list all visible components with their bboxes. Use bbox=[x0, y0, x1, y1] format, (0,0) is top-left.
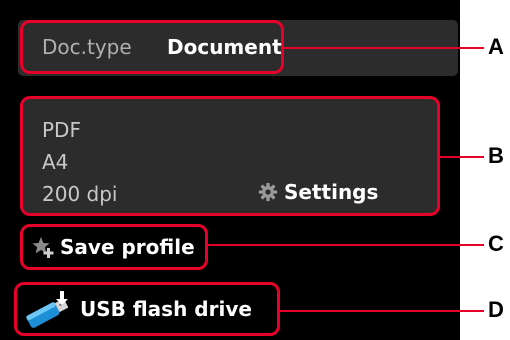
doc-type-value[interactable]: Document bbox=[167, 35, 282, 59]
lcd-screen: Doc.type Document PDF A4 200 dpi Setting… bbox=[0, 0, 460, 340]
callout-label-a: A bbox=[488, 34, 504, 59]
callout-label-d: D bbox=[488, 297, 504, 322]
gear-icon bbox=[258, 182, 278, 202]
resolution-value: 200 dpi bbox=[42, 182, 118, 206]
settings-label: Settings bbox=[284, 180, 379, 204]
callout-label-b: B bbox=[488, 143, 504, 168]
callout-line-a bbox=[284, 47, 484, 49]
callout-line-b bbox=[440, 156, 484, 158]
callout-line-c bbox=[208, 244, 484, 246]
doc-type-label: Doc.type bbox=[42, 35, 132, 59]
usb-flash-drive-label: USB flash drive bbox=[80, 297, 252, 321]
save-profile-label: Save profile bbox=[60, 235, 195, 259]
usb-flash-drive-button[interactable]: USB flash drive bbox=[20, 288, 252, 330]
save-profile-button[interactable]: Save profile bbox=[30, 234, 195, 260]
format-value: PDF bbox=[42, 118, 81, 142]
size-value: A4 bbox=[42, 150, 69, 174]
usb-flash-drive-icon bbox=[26, 291, 69, 328]
settings-button[interactable]: Settings bbox=[258, 180, 378, 204]
callout-label-c: C bbox=[488, 231, 504, 256]
callout-line-d bbox=[280, 310, 484, 312]
plus-star-icon bbox=[32, 237, 54, 258]
